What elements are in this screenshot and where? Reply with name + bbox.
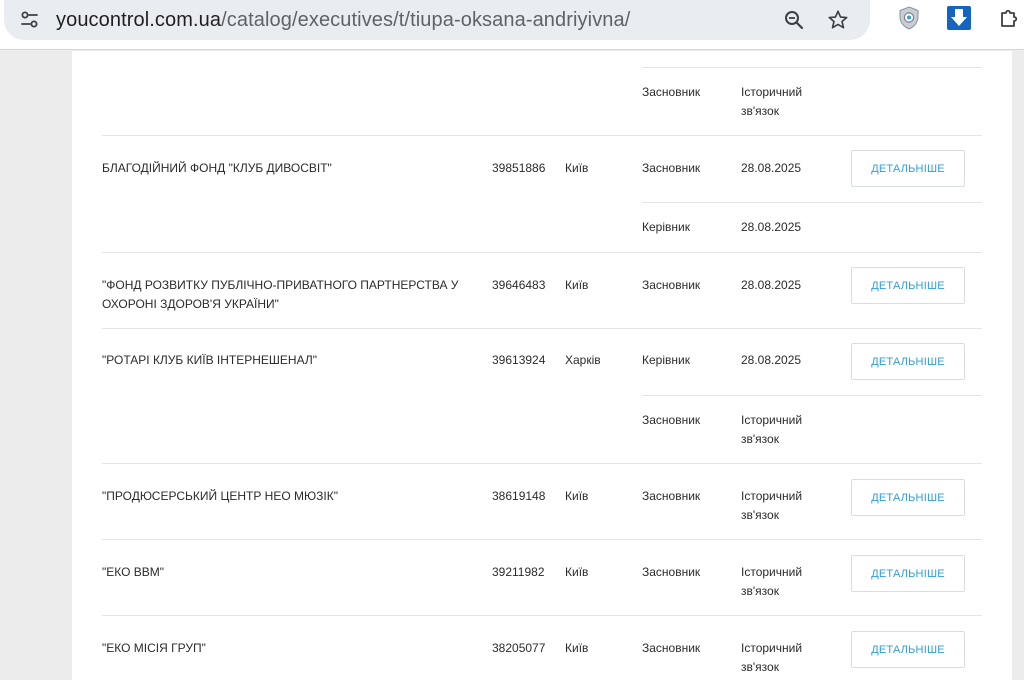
- date-cell: Історичний зв'язок: [741, 489, 803, 522]
- date-cell: Історичний зв'язок: [741, 85, 803, 118]
- table-row: "ФОНД РОЗВИТКУ ПУБЛІЧНО-ПРИВАТНОГО ПАРТН…: [102, 253, 982, 329]
- role-cell: Засновник: [642, 565, 701, 579]
- shield-extension-icon[interactable]: [895, 4, 923, 32]
- table-row: "ПРОДЮСЕРСЬКИЙ ЦЕНТР НЕО МЮЗІК" 38619148…: [102, 464, 982, 540]
- city-cell: Київ: [565, 161, 589, 175]
- edrpou-code: 38205077: [492, 641, 546, 655]
- edrpou-code: 38619148: [492, 489, 546, 503]
- date-cell: Історичний зв'язок: [741, 641, 803, 674]
- table-row: "ЕКО ВВМ" 39211982 Київ Засновник Істори…: [102, 540, 982, 616]
- table-row: БЛАГОДІЙНИЙ ФОНД "КЛУБ ДИВОСВІТ" 3985188…: [102, 136, 982, 253]
- company-name[interactable]: "ФОНД РОЗВИТКУ ПУБЛІЧНО-ПРИВАТНОГО ПАРТН…: [102, 276, 482, 314]
- company-name[interactable]: "ЕКО МІСІЯ ГРУП": [102, 639, 482, 658]
- company-name[interactable]: "ПРОДЮСЕРСЬКИЙ ЦЕНТР НЕО МЮЗІК": [102, 487, 482, 506]
- city-cell: Київ: [565, 641, 589, 655]
- browser-toolbar: youcontrol.com.ua/catalog/executives/t/t…: [0, 0, 1024, 50]
- role-cell: Керівник: [642, 220, 690, 234]
- date-cell: Історичний зв'язок: [741, 565, 803, 598]
- executive-companies-table: Засновник Історичний зв'язок БЛАГОДІЙНИЙ…: [72, 51, 1012, 680]
- details-button[interactable]: ДЕТАЛЬНІШЕ: [851, 343, 965, 380]
- role-cell: Засновник: [642, 85, 701, 99]
- role-cell: Керівник: [642, 353, 690, 367]
- sub-row-divider: [642, 67, 982, 68]
- city-cell: Київ: [565, 565, 589, 579]
- table-row: "РОТАРІ КЛУБ КИЇВ ІНТЕРНЕШЕНАЛ" 39613924…: [102, 329, 982, 464]
- city-cell: Київ: [565, 489, 589, 503]
- edrpou-code: 39646483: [492, 278, 546, 292]
- table-row: Засновник Історичний зв'язок: [102, 51, 982, 136]
- date-cell: 28.08.2025: [741, 278, 802, 292]
- details-button[interactable]: ДЕТАЛЬНІШЕ: [851, 150, 965, 187]
- details-button[interactable]: ДЕТАЛЬНІШЕ: [851, 479, 965, 516]
- zoom-out-icon[interactable]: [780, 6, 808, 34]
- date-cell: 28.08.2025: [741, 161, 802, 175]
- role-cell: Засновник: [642, 489, 701, 503]
- url-text[interactable]: youcontrol.com.ua/catalog/executives/t/t…: [56, 7, 630, 33]
- company-name[interactable]: "ЕКО ВВМ": [102, 563, 482, 582]
- puzzle-extension-icon[interactable]: [996, 4, 1024, 32]
- star-icon[interactable]: [824, 6, 852, 34]
- edrpou-code: 39211982: [492, 565, 545, 579]
- edrpou-code: 39851886: [492, 161, 546, 175]
- role-cell: Засновник: [642, 278, 701, 292]
- company-name[interactable]: "РОТАРІ КЛУБ КИЇВ ІНТЕРНЕШЕНАЛ": [102, 351, 482, 370]
- role-cell: Засновник: [642, 161, 701, 175]
- details-button[interactable]: ДЕТАЛЬНІШЕ: [851, 267, 965, 304]
- date-cell: 28.08.2025: [741, 353, 802, 367]
- company-name[interactable]: БЛАГОДІЙНИЙ ФОНД "КЛУБ ДИВОСВІТ": [102, 159, 482, 178]
- site-info-icon[interactable]: [16, 6, 44, 34]
- date-cell: 28.08.2025: [741, 220, 802, 234]
- city-cell: Харків: [565, 353, 601, 367]
- details-button[interactable]: ДЕТАЛЬНІШЕ: [851, 555, 965, 592]
- sub-row-divider: [642, 202, 982, 203]
- edrpou-code: 39613924: [492, 353, 546, 367]
- city-cell: Київ: [565, 278, 589, 292]
- role-cell: Засновник: [642, 413, 701, 427]
- page-content: Засновник Історичний зв'язок БЛАГОДІЙНИЙ…: [0, 51, 1024, 680]
- download-extension-icon[interactable]: [945, 4, 973, 32]
- table-row: "ЕКО МІСІЯ ГРУП" 38205077 Київ Засновник…: [102, 616, 982, 680]
- date-cell: Історичний зв'язок: [741, 413, 803, 446]
- role-cell: Засновник: [642, 641, 701, 655]
- details-button[interactable]: ДЕТАЛЬНІШЕ: [851, 631, 965, 668]
- address-bar[interactable]: youcontrol.com.ua/catalog/executives/t/t…: [4, 0, 870, 40]
- url-host: youcontrol.com.ua: [56, 9, 222, 31]
- sub-row-divider: [642, 395, 982, 396]
- url-path: /catalog/executives/t/tiupa-oksana-andri…: [221, 9, 631, 31]
